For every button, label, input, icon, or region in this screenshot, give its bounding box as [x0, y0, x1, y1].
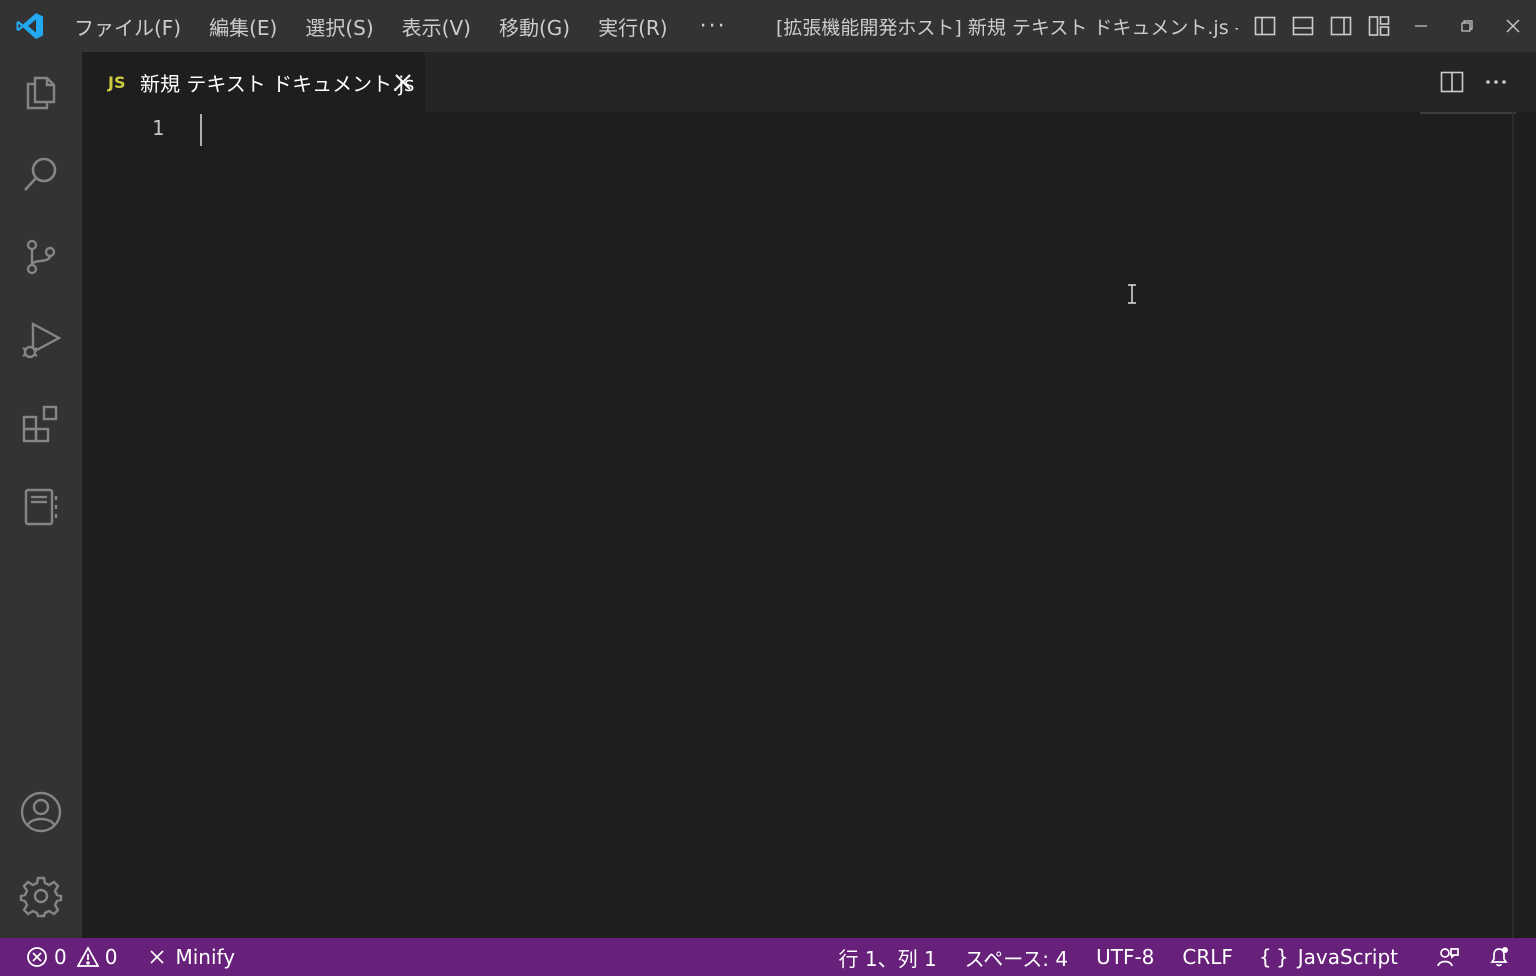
toggle-secondary-sidebar-icon[interactable] [1322, 0, 1360, 52]
language-mode[interactable]: { } JavaScript [1249, 938, 1408, 976]
source-control-icon[interactable] [0, 217, 82, 297]
status-bar: 0 0 Minify 行 1、列 1 スペース: 4 UTF-8 CRLF { … [0, 938, 1536, 976]
menu-selection[interactable]: 選択(S) [291, 0, 387, 52]
more-actions-icon[interactable] [1474, 52, 1518, 112]
warning-count: 0 [104, 945, 118, 969]
text-cursor [200, 114, 202, 146]
toggle-primary-sidebar-icon[interactable] [1246, 0, 1284, 52]
close-tab-icon[interactable] [388, 67, 418, 97]
minimize-icon[interactable] [1398, 0, 1444, 52]
vertical-scrollbar[interactable] [1512, 112, 1514, 938]
window-controls [1398, 0, 1536, 52]
menu-more-button[interactable]: ··· [682, 0, 745, 52]
editor-tab[interactable]: JS 新規 テキスト ドキュメント.js [82, 52, 425, 112]
feedback-icon[interactable] [1422, 938, 1474, 976]
customize-layout-icon[interactable] [1360, 0, 1398, 52]
gear-icon[interactable] [0, 856, 82, 936]
code-editor[interactable]: 1 [82, 112, 1536, 938]
toggle-panel-icon[interactable] [1284, 0, 1322, 52]
status-bar-right: 行 1、列 1 スペース: 4 UTF-8 CRLF { } JavaScrip… [829, 938, 1536, 976]
layout-controls [1246, 0, 1398, 52]
files-icon[interactable] [0, 52, 82, 132]
split-editor-icon[interactable] [1430, 52, 1474, 112]
encoding-status[interactable]: UTF-8 [1086, 938, 1164, 976]
run-debug-icon[interactable] [0, 300, 82, 380]
close-window-icon[interactable] [1490, 0, 1536, 52]
braces-icon: { } [1258, 945, 1289, 969]
search-icon[interactable] [0, 134, 82, 214]
menu-view[interactable]: 表示(V) [388, 0, 485, 52]
warning-icon [76, 946, 99, 968]
mouse-ibeam-icon [1126, 284, 1138, 304]
line-number: 1 [151, 116, 164, 140]
menu-edit[interactable]: 編集(E) [195, 0, 291, 52]
cursor-position[interactable]: 行 1、列 1 [829, 938, 947, 976]
close-small-icon [149, 949, 165, 965]
notebook-icon[interactable] [0, 467, 82, 547]
editor-actions [1430, 52, 1536, 112]
javascript-file-icon: JS [108, 72, 126, 92]
menu-bar: ファイル(F) 編集(E) 選択(S) 表示(V) 移動(G) 実行(R) ··… [60, 0, 745, 52]
error-count: 0 [54, 945, 67, 969]
minify-status[interactable]: Minify [139, 938, 245, 976]
indentation-status[interactable]: スペース: 4 [955, 938, 1078, 976]
error-icon [26, 946, 48, 968]
extensions-icon[interactable] [0, 384, 82, 464]
menu-file[interactable]: ファイル(F) [60, 0, 195, 52]
title-bar: ファイル(F) 編集(E) 選択(S) 表示(V) 移動(G) 実行(R) ··… [0, 0, 1536, 52]
menu-go[interactable]: 移動(G) [485, 0, 584, 52]
eol-status[interactable]: CRLF [1172, 938, 1243, 976]
tab-label: 新規 テキスト ドキュメント.js [140, 71, 415, 96]
minify-label: Minify [175, 945, 236, 969]
restore-icon[interactable] [1444, 0, 1490, 52]
account-icon[interactable] [0, 772, 82, 852]
menu-run[interactable]: 実行(R) [584, 0, 682, 52]
language-label: JavaScript [1297, 945, 1398, 969]
vscode-logo-icon[interactable] [0, 0, 60, 52]
notifications-bell-icon[interactable] [1474, 938, 1536, 976]
window-title: [拡張機能開発ホスト] 新規 テキスト ドキュメント.js - Vi... [776, 16, 1238, 39]
editor-tab-strip: JS 新規 テキスト ドキュメント.js [82, 52, 1536, 112]
problems-status[interactable]: 0 0 [0, 938, 127, 976]
activity-bar [0, 52, 82, 938]
minimap-shadow [1420, 112, 1516, 114]
